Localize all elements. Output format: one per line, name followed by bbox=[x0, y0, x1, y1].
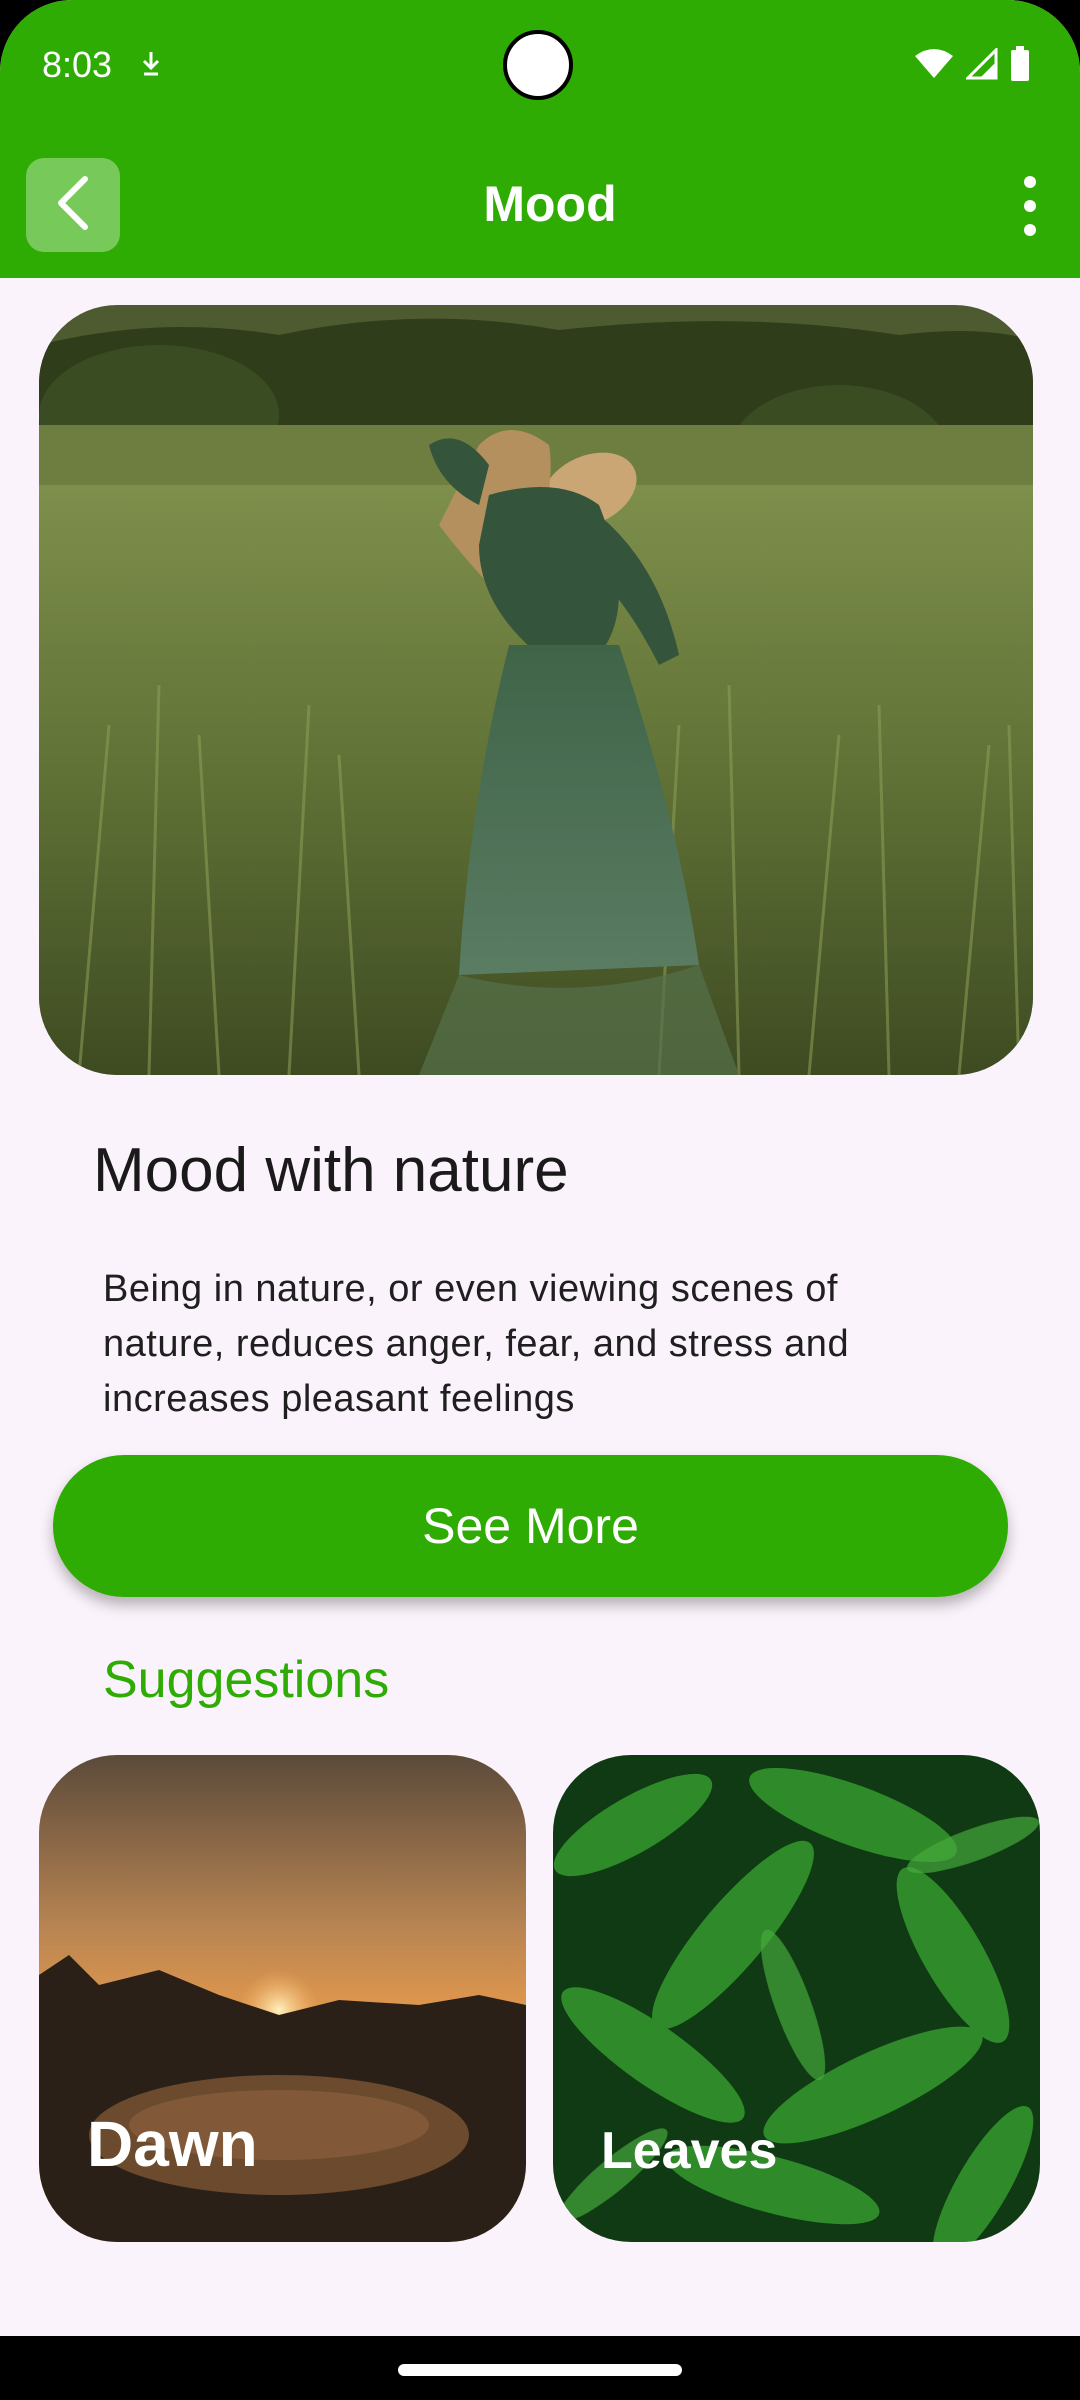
home-gesture-handle[interactable] bbox=[398, 2364, 682, 2376]
cellular-signal-icon bbox=[964, 46, 998, 85]
suggestion-label: Leaves bbox=[601, 2122, 778, 2180]
download-indicator-icon bbox=[140, 50, 162, 83]
screen: 8:03 Mood Mood with nature Being in natu… bbox=[0, 0, 1080, 2400]
description-text: Being in nature, or even viewing scenes … bbox=[103, 1268, 850, 1420]
app-bar: 8:03 Mood bbox=[0, 0, 1080, 278]
suggestions-heading: Suggestions bbox=[103, 1651, 390, 1709]
wifi-icon bbox=[914, 48, 954, 85]
headline: Mood with nature bbox=[93, 1136, 569, 1205]
suggestion-card-dawn[interactable]: Dawn bbox=[39, 1755, 526, 2242]
status-time: 8:03 bbox=[42, 44, 113, 85]
page-title: Mood bbox=[483, 176, 617, 232]
overflow-menu-button[interactable] bbox=[1000, 166, 1060, 246]
suggestion-card-leaves[interactable]: Leaves bbox=[553, 1755, 1040, 2242]
battery-icon bbox=[1010, 46, 1030, 87]
hero-image bbox=[39, 305, 1033, 1075]
suggestion-label: Dawn bbox=[87, 2108, 258, 2180]
status-icons bbox=[914, 46, 1030, 87]
see-more-button[interactable]: See More bbox=[53, 1455, 1008, 1597]
camera-cutout bbox=[503, 30, 573, 100]
more-vertical-icon bbox=[1024, 176, 1036, 188]
